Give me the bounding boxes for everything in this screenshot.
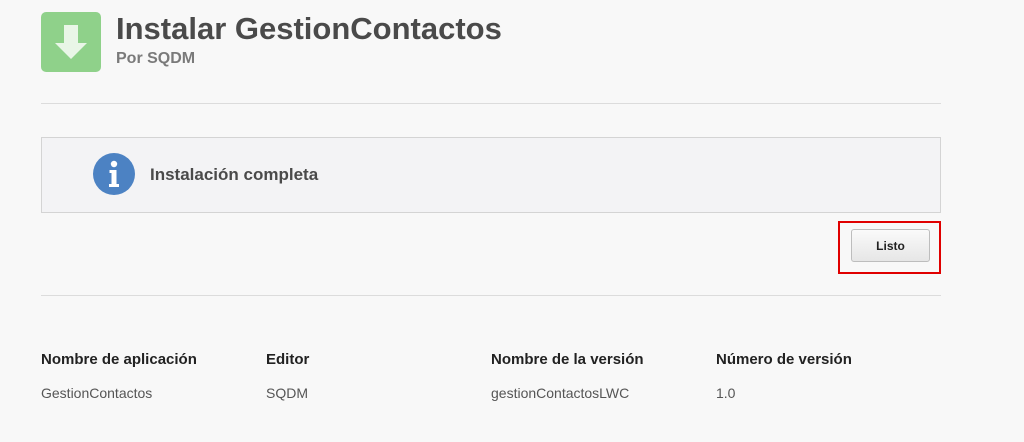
detail-version-name: Nombre de la versión gestionContactosLWC xyxy=(491,351,716,401)
download-icon xyxy=(41,12,101,72)
publisher-subtitle: Por SQDM xyxy=(116,50,196,67)
detail-label: Nombre de aplicación xyxy=(41,351,197,368)
detail-value: GestionContactos xyxy=(41,385,153,401)
detail-value: SQDM xyxy=(266,385,308,401)
detail-label: Número de versión xyxy=(716,351,852,368)
detail-value: gestionContactosLWC xyxy=(491,385,630,401)
page-title: Instalar GestionContactos xyxy=(116,11,502,46)
detail-value: 1.0 xyxy=(716,385,736,401)
done-button[interactable]: Listo xyxy=(851,229,930,262)
divider xyxy=(41,103,941,104)
status-message: Instalación completa xyxy=(41,137,941,213)
page-header: Instalar GestionContactos Por SQDM xyxy=(41,11,941,72)
divider xyxy=(41,295,941,296)
detail-app-name: Nombre de aplicación GestionContactos xyxy=(41,351,266,401)
detail-publisher: Editor SQDM xyxy=(266,351,491,401)
detail-label: Editor xyxy=(266,351,310,368)
detail-version-number: Número de versión 1.0 xyxy=(716,351,941,401)
detail-label: Nombre de la versión xyxy=(491,351,644,368)
status-message-text: Instalación completa xyxy=(150,165,319,184)
info-icon xyxy=(93,153,135,195)
